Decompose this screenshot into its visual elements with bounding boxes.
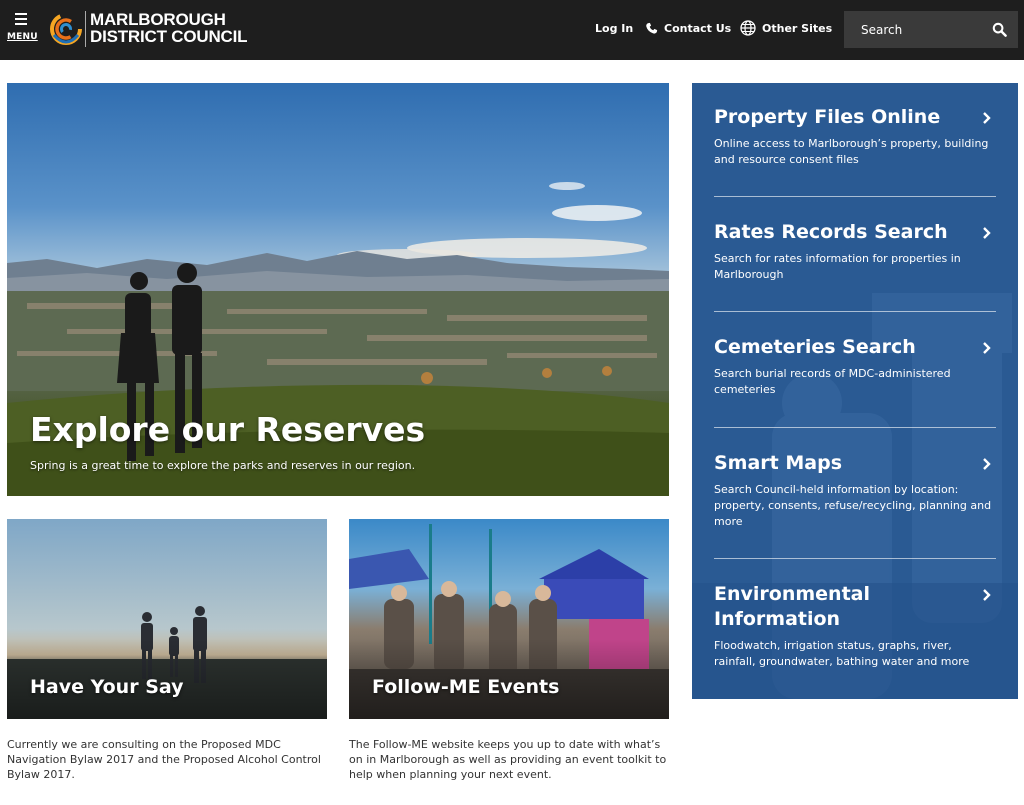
environmental-information-link[interactable]: Environmental Information Floodwatch, ir… <box>714 582 996 670</box>
panel-item-title: Property Files Online <box>714 106 941 128</box>
search-input[interactable] <box>844 11 984 48</box>
contact-label: Contact Us <box>664 22 732 35</box>
phone-icon <box>646 22 658 34</box>
panel-item-title: Cemeteries Search <box>714 336 916 358</box>
hero-subtitle: Spring is a great time to explore the pa… <box>30 459 416 472</box>
chevron-right-icon <box>983 342 991 354</box>
logo-divider <box>85 11 86 47</box>
hero-title: Explore our Reserves <box>30 410 426 449</box>
hamburger-icon <box>15 13 27 28</box>
other-sites-label: Other Sites <box>762 21 833 35</box>
council-logo[interactable]: MARLBOROUGH DISTRICT COUNCIL <box>50 9 250 49</box>
follow-me-events-card[interactable]: Follow-ME Events <box>349 519 669 719</box>
panel-divider <box>714 311 996 312</box>
hero-banner[interactable]: Explore our Reserves Spring is a great t… <box>7 83 669 496</box>
chevron-right-icon <box>983 227 991 239</box>
contact-us-link[interactable]: Contact Us <box>645 22 731 35</box>
logo-line-1: MARLBOROUGH <box>90 10 226 29</box>
card-description: The Follow-ME website keeps you up to da… <box>349 738 667 781</box>
card-description: Currently we are consulting on the Propo… <box>7 738 321 781</box>
panel-item-title: Environmental Information <box>714 583 870 630</box>
chevron-right-icon <box>983 458 991 470</box>
logo-line-2: DISTRICT COUNCIL <box>90 27 248 46</box>
council-swirl-logo-icon <box>50 13 82 45</box>
chevron-right-icon <box>983 589 991 601</box>
chevron-right-icon <box>983 112 991 124</box>
menu-label: MENU <box>7 32 38 42</box>
panel-item-description: Search burial records of MDC-administere… <box>714 367 951 396</box>
card-title: Follow-ME Events <box>372 676 560 698</box>
smart-maps-link[interactable]: Smart Maps Search Council-held informati… <box>714 451 996 530</box>
globe-icon <box>740 20 756 36</box>
menu-button[interactable]: MENU <box>7 10 38 46</box>
quick-links-panel: Property Files Online Online access to M… <box>692 83 1018 699</box>
panel-divider <box>714 558 996 559</box>
login-label: Log In <box>595 22 634 35</box>
panel-item-title: Rates Records Search <box>714 221 948 243</box>
panel-divider <box>714 196 996 197</box>
property-files-online-link[interactable]: Property Files Online Online access to M… <box>714 105 996 168</box>
panel-divider <box>714 427 996 428</box>
panel-item-description: Search Council-held information by locat… <box>714 483 992 528</box>
login-link[interactable]: Log In <box>595 22 633 35</box>
panel-item-description: Online access to Marlborough’s property,… <box>714 137 989 166</box>
logo-text: MARLBOROUGH DISTRICT COUNCIL <box>90 10 248 46</box>
search-icon[interactable] <box>992 22 1007 37</box>
card-title: Have Your Say <box>30 676 184 698</box>
panel-item-description: Search for rates information for propert… <box>714 252 961 281</box>
panel-item-title: Smart Maps <box>714 452 843 474</box>
site-header: MENU MARLBOROUGH DISTRICT COUNCIL Log In… <box>0 0 1024 60</box>
other-sites-link[interactable]: Other Sites <box>740 20 832 36</box>
have-your-say-card[interactable]: Have Your Say <box>7 519 327 719</box>
rates-records-search-link[interactable]: Rates Records Search Search for rates in… <box>714 220 996 283</box>
panel-item-description: Floodwatch, irrigation status, graphs, r… <box>714 639 970 668</box>
cemeteries-search-link[interactable]: Cemeteries Search Search burial records … <box>714 335 996 398</box>
search-box <box>844 11 1018 48</box>
